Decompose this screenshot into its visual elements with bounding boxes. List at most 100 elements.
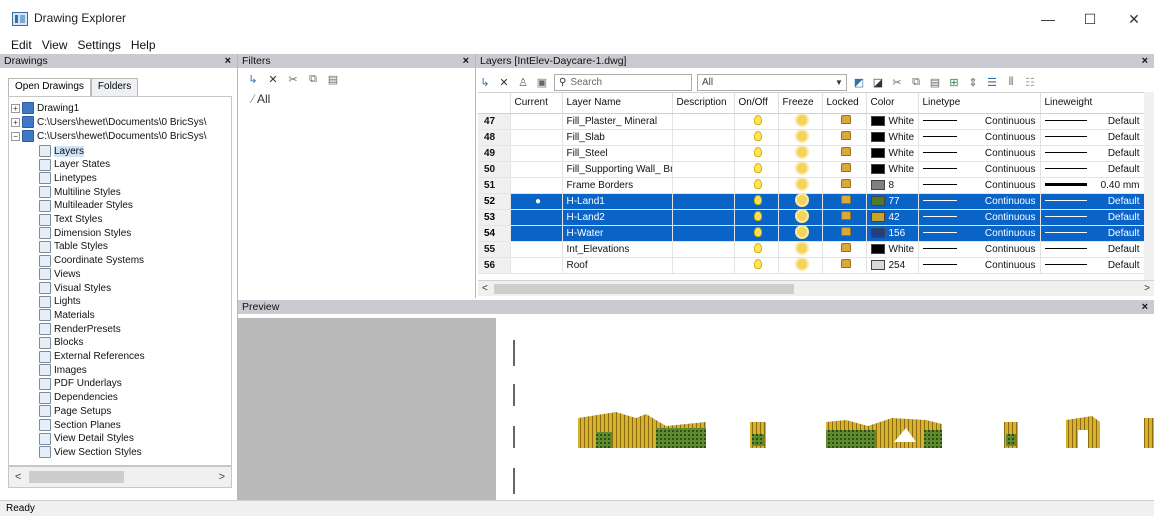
table-row[interactable]: 56 Roof 254 Continuous Default xyxy=(478,257,1144,274)
scroll-right-icon[interactable]: > xyxy=(1144,283,1150,294)
lock-icon[interactable] xyxy=(841,211,851,220)
current-cell[interactable] xyxy=(510,177,563,194)
description-cell[interactable] xyxy=(672,257,735,274)
description-cell[interactable] xyxy=(672,129,735,146)
minimize-button[interactable]: — xyxy=(1028,6,1068,32)
bulb-icon[interactable] xyxy=(754,146,762,157)
linetype-cell[interactable]: Continuous xyxy=(918,113,1041,130)
tree-item-multiline-styles[interactable]: Multiline Styles xyxy=(39,185,121,199)
purge-icon[interactable]: ▣ xyxy=(535,75,549,89)
delete-filter-icon[interactable]: ✕ xyxy=(266,72,280,86)
lineweight-cell[interactable]: Default xyxy=(1040,209,1144,226)
preview-panel-close-icon[interactable]: × xyxy=(1142,301,1148,313)
linetype-cell[interactable]: Continuous xyxy=(918,225,1041,242)
layer-name-cell[interactable]: H-Land2 xyxy=(562,209,673,226)
current-cell[interactable] xyxy=(510,209,563,226)
cut-icon[interactable]: ✂ xyxy=(890,75,904,89)
col-header-linetype[interactable]: Linetype xyxy=(918,93,1041,114)
new-filter-icon[interactable]: ↳ xyxy=(246,72,260,86)
paste-icon[interactable]: ▤ xyxy=(928,75,942,89)
details-view-icon[interactable]: ☰ xyxy=(985,75,999,89)
lineweight-cell[interactable]: Default xyxy=(1040,129,1144,146)
paste-icon[interactable]: ▤ xyxy=(326,72,340,86)
tree-item-dependencies[interactable]: Dependencies xyxy=(39,391,118,405)
on-off-cell[interactable] xyxy=(734,241,779,258)
scroll-thumb[interactable] xyxy=(29,471,125,483)
bulb-icon[interactable] xyxy=(754,162,762,173)
new-layer-icon[interactable]: ↳ xyxy=(478,75,492,89)
layers-hscrollbar[interactable]: < > xyxy=(478,280,1154,296)
tree-item-visual-styles[interactable]: Visual Styles xyxy=(39,281,111,295)
tree-item-layers[interactable]: Layers xyxy=(39,144,85,158)
scroll-left-icon[interactable]: < xyxy=(482,283,488,294)
freeze-cell[interactable] xyxy=(778,129,823,146)
lock-icon[interactable] xyxy=(841,259,851,268)
tree-item-layer-states[interactable]: Layer States xyxy=(39,158,110,172)
current-cell[interactable] xyxy=(510,241,563,258)
table-row[interactable]: 53 H-Land2 42 Continuous Default xyxy=(478,209,1144,226)
col-header-freeze[interactable]: Freeze xyxy=(778,93,823,114)
list-view-icon[interactable]: ☷ xyxy=(1023,75,1037,89)
color-cell[interactable]: 8 xyxy=(866,177,919,194)
tab-open-drawings[interactable]: Open Drawings xyxy=(8,78,91,96)
lineweight-cell[interactable]: Default xyxy=(1040,193,1144,210)
tree-item-view-section-styles[interactable]: View Section Styles xyxy=(39,445,142,459)
lock-icon[interactable] xyxy=(841,195,851,204)
freeze-cell[interactable] xyxy=(778,257,823,274)
tree-item-linetypes[interactable]: Linetypes xyxy=(39,171,97,185)
description-cell[interactable] xyxy=(672,193,735,210)
sun-icon[interactable] xyxy=(797,162,807,173)
color-cell[interactable]: White xyxy=(866,161,919,178)
current-cell[interactable] xyxy=(510,113,563,130)
bulb-icon[interactable] xyxy=(754,178,762,189)
table-row[interactable]: 51 Frame Borders 8 Continuous 0.40 mm xyxy=(478,177,1144,194)
table-row[interactable]: 54 H-Water 156 Continuous Default xyxy=(478,225,1144,242)
filters-panel-close-icon[interactable]: × xyxy=(463,55,469,67)
layer-match-icon[interactable]: ◪ xyxy=(871,75,885,89)
tree-drawing3[interactable]: − C:\Users\hewet\Documents\0 BricSys\ xyxy=(11,129,207,143)
description-cell[interactable] xyxy=(672,241,735,258)
tree-item-external-references[interactable]: External References xyxy=(39,350,145,364)
lineweight-cell[interactable]: Default xyxy=(1040,241,1144,258)
tab-folders[interactable]: Folders xyxy=(90,78,139,96)
on-off-cell[interactable] xyxy=(734,193,779,210)
layer-name-cell[interactable]: H-Land1 xyxy=(562,193,673,210)
sun-icon[interactable] xyxy=(797,242,807,253)
col-header-number[interactable] xyxy=(478,93,511,114)
lineweight-cell[interactable]: Default xyxy=(1040,225,1144,242)
col-header-description[interactable]: Description xyxy=(672,93,735,114)
color-cell[interactable]: 42 xyxy=(866,209,919,226)
menu-edit[interactable]: Edit xyxy=(11,38,32,52)
lock-icon[interactable] xyxy=(841,115,851,124)
lineweight-cell[interactable]: Default xyxy=(1040,161,1144,178)
bulb-icon[interactable] xyxy=(754,114,762,125)
linetype-cell[interactable]: Continuous xyxy=(918,257,1041,274)
on-off-cell[interactable] xyxy=(734,209,779,226)
table-row[interactable]: 49 Fill_Steel White Continuous Default xyxy=(478,145,1144,162)
filter-select[interactable]: All ▼ xyxy=(697,73,847,91)
color-cell[interactable]: White xyxy=(866,113,919,130)
current-cell[interactable] xyxy=(510,145,563,162)
color-cell[interactable]: 156 xyxy=(866,225,919,242)
description-cell[interactable] xyxy=(672,113,735,130)
description-cell[interactable] xyxy=(672,177,735,194)
layer-name-cell[interactable]: Fill_Supporting Wall_ Brick xyxy=(562,161,673,178)
linetype-cell[interactable]: Continuous xyxy=(918,177,1041,194)
col-header-locked[interactable]: Locked xyxy=(822,93,867,114)
sun-icon[interactable] xyxy=(797,130,807,141)
cut-icon[interactable]: ✂ xyxy=(286,72,300,86)
tree-item-view-detail-styles[interactable]: View Detail Styles xyxy=(39,432,134,446)
tree-item-multileader-styles[interactable]: Multileader Styles xyxy=(39,199,133,213)
lock-icon[interactable] xyxy=(841,179,851,188)
copy-icon[interactable]: ⧉ xyxy=(909,75,923,89)
locked-cell[interactable] xyxy=(822,145,867,162)
scroll-thumb[interactable] xyxy=(493,283,794,294)
maximize-button[interactable]: ☐ xyxy=(1070,6,1110,32)
locked-cell[interactable] xyxy=(822,193,867,210)
table-row[interactable]: 55 Int_Elevations White Continuous Default xyxy=(478,241,1144,258)
collapse-icon[interactable]: − xyxy=(11,131,20,141)
tree-item-materials[interactable]: Materials xyxy=(39,308,95,322)
layer-name-cell[interactable]: Fill_Plaster_ Mineral xyxy=(562,113,673,130)
on-off-cell[interactable] xyxy=(734,161,779,178)
locked-cell[interactable] xyxy=(822,113,867,130)
